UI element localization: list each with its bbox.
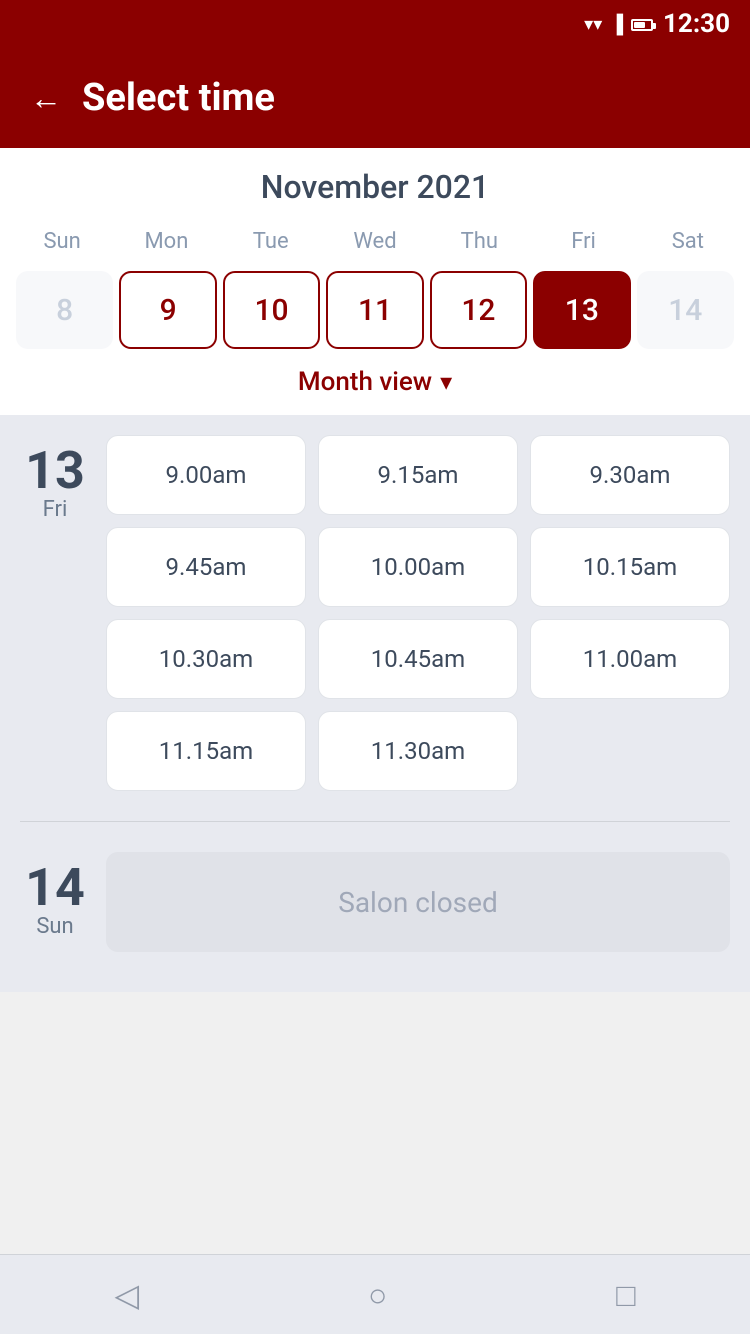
bottom-nav: ◁ ○ □ [0,1254,750,1334]
weekday-fri: Fri [531,224,635,259]
chevron-down-icon: ▾ [440,368,452,396]
bottom-spacer [0,992,750,1072]
slot-945am[interactable]: 9.45am [106,527,306,607]
salon-closed-box: Salon closed [106,852,730,952]
day-11[interactable]: 11 [326,271,423,349]
day-10[interactable]: 10 [223,271,320,349]
month-view-toggle[interactable]: Month view ▾ [10,353,740,405]
time-slots-grid: 9.00am 9.15am 9.30am 9.45am 10.00am 10.1… [106,435,730,791]
day-13-label: 13 Fri [20,435,90,791]
slot-1100am[interactable]: 11.00am [530,619,730,699]
nav-recent-icon[interactable]: □ [616,1276,635,1314]
battery-icon [631,15,653,34]
slot-1000am[interactable]: 10.00am [318,527,518,607]
slot-915am[interactable]: 9.15am [318,435,518,515]
day-12[interactable]: 12 [430,271,527,349]
slots-section: 13 Fri 9.00am 9.15am 9.30am 9.45am 10.00… [0,415,750,992]
slot-1130am[interactable]: 11.30am [318,711,518,791]
page-title: Select time [82,76,275,120]
weekday-row: Sun Mon Tue Wed Thu Fri Sat [10,224,740,259]
weekday-sat: Sat [636,224,740,259]
day-13-name: Fri [43,497,68,522]
nav-home-icon[interactable]: ○ [368,1276,387,1314]
day-14[interactable]: 14 [637,271,734,349]
month-view-label: Month view [298,367,432,397]
weekday-mon: Mon [114,224,218,259]
day-13[interactable]: 13 [533,271,630,349]
slot-930am[interactable]: 9.30am [530,435,730,515]
weekday-thu: Thu [427,224,531,259]
status-icons: ▾▾ ▐ [584,14,653,35]
status-time: 12:30 [663,9,730,39]
slot-900am[interactable]: 9.00am [106,435,306,515]
day-14-label: 14 Sun [20,852,90,952]
days-row: 8 9 10 11 12 13 14 [10,267,740,353]
status-bar: ▾▾ ▐ 12:30 [0,0,750,48]
wifi-icon: ▾▾ [584,14,602,35]
nav-back-icon[interactable]: ◁ [114,1276,139,1314]
slot-1015am[interactable]: 10.15am [530,527,730,607]
slot-1030am[interactable]: 10.30am [106,619,306,699]
app-header: ← Select time [0,48,750,148]
section-divider [20,821,730,822]
day-13-block: 13 Fri 9.00am 9.15am 9.30am 9.45am 10.00… [20,435,730,791]
day-13-number: 13 [25,445,85,497]
weekday-sun: Sun [10,224,114,259]
day-14-block: 14 Sun Salon closed [20,852,730,952]
salon-closed-text: Salon closed [338,886,498,919]
day-8[interactable]: 8 [16,271,113,349]
calendar-section: November 2021 Sun Mon Tue Wed Thu Fri Sa… [0,148,750,415]
month-year-label: November 2021 [10,168,740,206]
day-14-number: 14 [25,862,85,914]
back-button[interactable]: ← [30,79,62,117]
slot-1045am[interactable]: 10.45am [318,619,518,699]
weekday-tue: Tue [219,224,323,259]
day-14-name: Sun [36,914,73,939]
weekday-wed: Wed [323,224,427,259]
day-9[interactable]: 9 [119,271,216,349]
signal-icon: ▐ [610,14,623,35]
slot-1115am[interactable]: 11.15am [106,711,306,791]
